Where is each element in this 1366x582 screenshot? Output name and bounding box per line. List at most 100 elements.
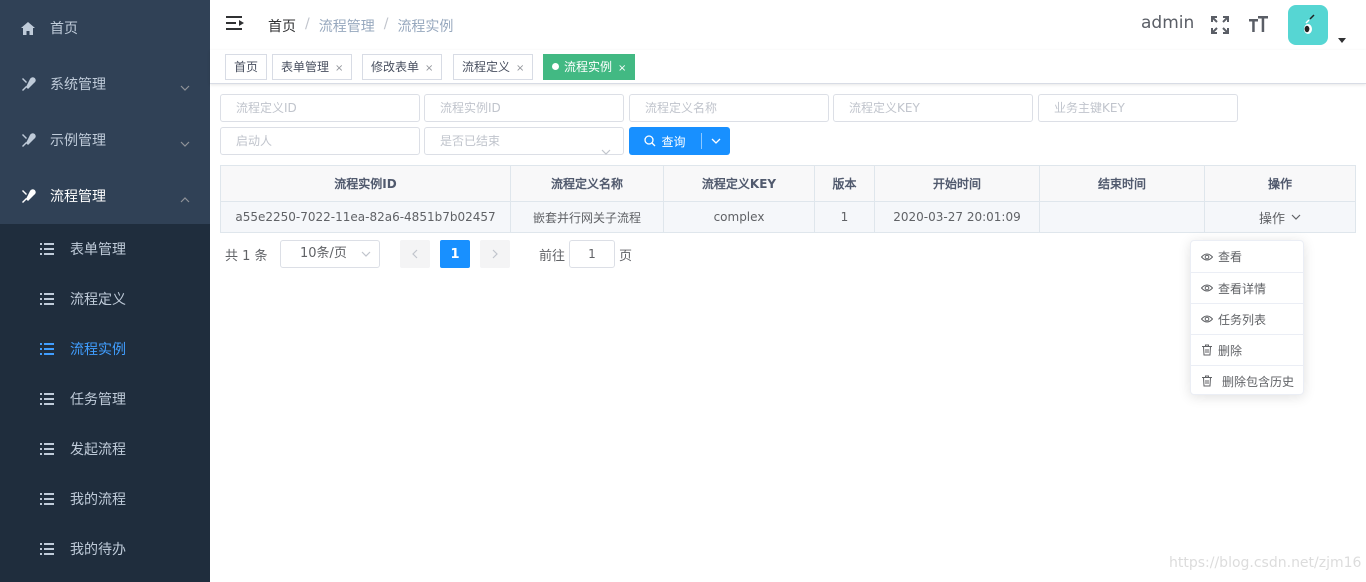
goto-label: 前往 bbox=[539, 249, 566, 264]
query-button[interactable]: 查询 bbox=[629, 127, 701, 155]
caret-down-icon[interactable] bbox=[1338, 32, 1346, 43]
prev-page-button[interactable] bbox=[400, 240, 430, 268]
query-dropdown-toggle[interactable] bbox=[702, 127, 730, 155]
dropdown-item-view[interactable]: 查看 bbox=[1191, 241, 1303, 272]
sidebar-item-process[interactable]: 流程管理 bbox=[0, 168, 210, 224]
sidebar-subitem-todo[interactable]: 我的待办 bbox=[0, 524, 210, 574]
query-button-label: 查询 bbox=[661, 134, 686, 149]
next-page-button[interactable] bbox=[480, 240, 510, 268]
column-header: 操作 bbox=[1205, 166, 1356, 202]
breadcrumb-separator: / bbox=[383, 16, 389, 32]
table-row: a55e2250-7022-11ea-82a6-4851b7b02457 嵌套并… bbox=[221, 202, 1356, 233]
navbar: 首页 / 流程管理 / 流程实例 admin bbox=[210, 0, 1366, 50]
finished-select[interactable]: 是否已结束 bbox=[424, 127, 624, 155]
column-header: 流程定义名称 bbox=[511, 166, 664, 202]
breadcrumb-item: 流程实例 bbox=[397, 19, 454, 35]
goto-page-input[interactable]: 1 bbox=[569, 240, 615, 268]
operation-dropdown-trigger[interactable]: 操作 bbox=[1259, 208, 1301, 227]
finished-select-placeholder: 是否已结束 bbox=[440, 134, 501, 148]
tag-label: 首页 bbox=[234, 60, 259, 74]
tools-icon bbox=[20, 132, 36, 148]
proc-inst-id-input[interactable]: 流程实例ID bbox=[424, 94, 624, 122]
sidebar-item-system[interactable]: 系统管理 bbox=[0, 56, 210, 112]
sidebar-subitem-label: 任务管理 bbox=[70, 392, 126, 408]
business-key-input[interactable]: 业务主键KEY bbox=[1038, 94, 1238, 122]
proc-def-name-input[interactable]: 流程定义名称 bbox=[629, 94, 829, 122]
trash-icon bbox=[1201, 344, 1213, 356]
sidebar-item-label: 流程管理 bbox=[50, 189, 106, 205]
avatar[interactable] bbox=[1288, 5, 1328, 45]
query-split-button: 查询 bbox=[629, 127, 730, 155]
fullscreen-icon[interactable] bbox=[1210, 15, 1230, 35]
chevron-down-icon bbox=[180, 79, 190, 91]
dropdown-item-task-list[interactable]: 任务列表 bbox=[1191, 303, 1303, 334]
dropdown-item-delete-with-history[interactable]: 删除包含历史 bbox=[1191, 365, 1303, 396]
sidebar-subitem-label: 流程定义 bbox=[70, 292, 126, 308]
tag-form-management[interactable]: 表单管理 × bbox=[272, 54, 353, 81]
sidebar-subitem-label: 我的待办 bbox=[70, 542, 126, 558]
dropdown-item-label: 任务列表 bbox=[1218, 312, 1267, 327]
list-icon bbox=[40, 443, 54, 455]
sidebar-subitem-label: 发起流程 bbox=[70, 442, 126, 458]
page-suffix: 页 bbox=[619, 249, 633, 264]
sidebar-subitem-form[interactable]: 表单管理 bbox=[0, 224, 210, 274]
starter-input[interactable]: 启动人 bbox=[220, 127, 420, 155]
close-icon[interactable]: × bbox=[618, 57, 626, 81]
tag-edit-form[interactable]: 修改表单 × bbox=[362, 54, 443, 81]
sidebar-subitem-start[interactable]: 发起流程 bbox=[0, 424, 210, 474]
app-root: 首页 系统管理 示例管理 流程管理 表单管理 流程定义 流程实例 任务管理 发起… bbox=[0, 0, 1366, 582]
tag-label: 表单管理 bbox=[281, 60, 330, 74]
chevron-down-icon bbox=[601, 138, 611, 155]
dropdown-item-delete[interactable]: 删除 bbox=[1191, 334, 1303, 365]
sidebar-subitem-mine[interactable]: 我的流程 bbox=[0, 474, 210, 524]
sidebar-subitem-instance[interactable]: 流程实例 bbox=[0, 324, 210, 374]
list-icon bbox=[40, 493, 54, 505]
chevron-down-icon bbox=[1291, 214, 1301, 220]
tag-home[interactable]: 首页 bbox=[225, 54, 268, 80]
sidebar-subitem-label: 我的流程 bbox=[70, 492, 126, 508]
close-icon[interactable]: × bbox=[425, 57, 433, 81]
tools-icon bbox=[20, 76, 36, 92]
page-number-button[interactable]: 1 bbox=[440, 240, 470, 268]
search-icon bbox=[644, 135, 656, 147]
breadcrumb-item[interactable]: 流程管理 bbox=[319, 16, 375, 36]
operation-label: 操作 bbox=[1258, 211, 1285, 227]
font-size-icon[interactable] bbox=[1249, 15, 1269, 35]
page-size-value: 10条/页 bbox=[300, 246, 347, 261]
dropdown-item-view-detail[interactable]: 查看详情 bbox=[1191, 272, 1303, 303]
active-dot bbox=[552, 63, 559, 70]
sidebar-subitem-task[interactable]: 任务管理 bbox=[0, 374, 210, 424]
tag-process-definition[interactable]: 流程定义 × bbox=[453, 54, 534, 81]
chevron-down-icon bbox=[711, 138, 721, 144]
proc-def-key-input[interactable]: 流程定义KEY bbox=[833, 94, 1033, 122]
sidebar-item-label: 系统管理 bbox=[50, 77, 106, 93]
process-submenu: 表单管理 流程定义 流程实例 任务管理 发起流程 我的流程 我的待办 bbox=[0, 224, 210, 582]
list-icon bbox=[40, 393, 54, 405]
breadcrumb-item[interactable]: 首页 bbox=[268, 16, 296, 36]
watermark: https://blog.csdn.net/zjm16 bbox=[1169, 555, 1362, 571]
column-header: 结束时间 bbox=[1040, 166, 1205, 202]
operation-dropdown-menu: 查看 查看详情 任务列表 删除 删除包含历史 bbox=[1190, 240, 1304, 395]
sidebar-item-label: 首页 bbox=[50, 21, 78, 37]
eye-icon bbox=[1200, 251, 1214, 263]
breadcrumb-separator: / bbox=[305, 16, 310, 32]
page-size-select[interactable]: 10条/页 bbox=[280, 240, 380, 268]
tag-process-instance[interactable]: 流程实例 × bbox=[543, 54, 636, 81]
dropdown-item-label: 删除包含历史 bbox=[1222, 374, 1295, 389]
close-icon[interactable]: × bbox=[516, 57, 524, 81]
sidebar-subitem-definition[interactable]: 流程定义 bbox=[0, 274, 210, 324]
chevron-up-icon bbox=[180, 191, 190, 203]
list-icon bbox=[40, 293, 54, 305]
chevron-down-icon bbox=[180, 135, 190, 147]
table-cell: 1 bbox=[815, 202, 875, 233]
sidebar-item-home[interactable]: 首页 bbox=[0, 0, 210, 56]
hamburger-icon[interactable] bbox=[226, 15, 246, 35]
column-header: 开始时间 bbox=[875, 166, 1040, 202]
proc-def-id-input[interactable]: 流程定义ID bbox=[220, 94, 420, 122]
table-cell: 2020-03-27 20:01:09 bbox=[875, 202, 1040, 233]
chevron-left-icon bbox=[412, 249, 418, 259]
close-icon[interactable]: × bbox=[335, 57, 343, 81]
sidebar-item-example[interactable]: 示例管理 bbox=[0, 112, 210, 168]
username: admin bbox=[1141, 13, 1195, 33]
table-header-row: 流程实例ID 流程定义名称 流程定义KEY 版本 开始时间 结束时间 操作 bbox=[221, 166, 1356, 202]
